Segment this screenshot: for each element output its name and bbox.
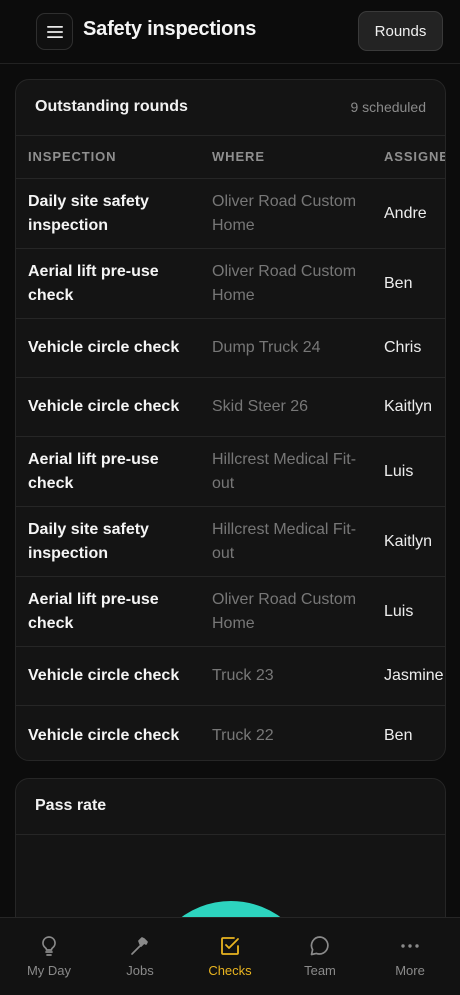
nav-label: Checks: [208, 963, 252, 978]
lightbulb-icon: [37, 934, 61, 958]
assignee-cell: Jasmine: [384, 667, 444, 684]
nav-item-jobs[interactable]: Jobs: [94, 918, 186, 995]
assignee-cell: Kaitlyn: [384, 532, 433, 550]
table-row[interactable]: Vehicle circle check Truck 23 Jasmine: [16, 647, 445, 706]
assignee-cell: Ben: [384, 726, 413, 744]
where-cell: Hillcrest Medical Fit-out: [212, 450, 357, 492]
bottom-nav: My Day Jobs Checks Team More: [0, 917, 460, 995]
table-row[interactable]: Vehicle circle check Truck 22 Ben: [16, 706, 445, 760]
assignee-cell: Luis: [384, 602, 414, 620]
pass-rate-title: Pass rate: [35, 797, 107, 814]
where-cell: Oliver Road Custom Home: [212, 262, 357, 304]
assignee-cell: Luis: [384, 462, 414, 480]
column-header-assignee[interactable]: ASSIGNE: [384, 149, 445, 164]
pass-rate-header: Pass rate: [16, 779, 445, 835]
assignee-cell: Andre: [384, 204, 427, 222]
where-cell: Dump Truck 24: [212, 339, 321, 356]
table-row[interactable]: Daily site safety inspection Hillcrest M…: [16, 507, 445, 577]
checkbox-icon: [218, 934, 242, 958]
table-row[interactable]: Aerial lift pre-use check Oliver Road Cu…: [16, 249, 445, 319]
inspection-cell: Vehicle circle check: [28, 667, 180, 684]
inspection-cell: Vehicle circle check: [28, 339, 180, 356]
nav-label: Jobs: [126, 963, 154, 978]
inspection-cell: Aerial lift pre-use check: [28, 262, 159, 304]
chat-bubble-icon: [308, 934, 332, 958]
where-cell: Hillcrest Medical Fit-out: [212, 520, 357, 562]
where-cell: Oliver Road Custom Home: [212, 192, 357, 234]
table-row[interactable]: Vehicle circle check Skid Steer 26 Kaitl…: [16, 378, 445, 437]
table-header: INSPECTION WHERE ASSIGNE: [16, 136, 445, 179]
where-cell: Truck 23: [212, 667, 274, 684]
nav-label: Team: [304, 963, 336, 978]
more-dots-icon: [398, 934, 422, 958]
column-header-inspection[interactable]: INSPECTION: [28, 149, 116, 164]
rounds-button[interactable]: Rounds: [358, 11, 443, 51]
outstanding-rounds-card: Outstanding rounds 9 scheduled INSPECTIO…: [15, 79, 446, 761]
inspection-cell: Vehicle circle check: [28, 726, 180, 744]
table-row[interactable]: Aerial lift pre-use check Oliver Road Cu…: [16, 577, 445, 647]
table-row[interactable]: Vehicle circle check Dump Truck 24 Chris: [16, 319, 445, 378]
table-row[interactable]: Aerial lift pre-use check Hillcrest Medi…: [16, 437, 445, 507]
nav-item-my-day[interactable]: My Day: [3, 918, 95, 995]
nav-label: More: [395, 963, 425, 978]
nav-item-team[interactable]: Team: [274, 918, 366, 995]
inspection-cell: Daily site safety inspection: [28, 192, 149, 234]
column-header-where[interactable]: WHERE: [212, 149, 265, 164]
outstanding-rounds-title: Outstanding rounds: [35, 98, 188, 115]
hammer-icon: [128, 934, 152, 958]
where-cell: Skid Steer 26: [212, 398, 309, 415]
assignee-cell: Kaitlyn: [384, 398, 433, 415]
where-cell: Truck 22: [212, 726, 274, 744]
nav-item-more[interactable]: More: [364, 918, 456, 995]
table-body: Daily site safety inspection Oliver Road…: [16, 179, 445, 760]
nav-label: My Day: [26, 963, 72, 978]
menu-button[interactable]: [36, 13, 73, 50]
assignee-cell: Chris: [384, 339, 422, 356]
hamburger-menu-icon: [46, 25, 63, 38]
outstanding-rounds-header: Outstanding rounds 9 scheduled: [16, 80, 445, 136]
page-title: Safety inspections: [83, 18, 257, 40]
nav-item-checks[interactable]: Checks: [184, 918, 276, 995]
where-cell: Oliver Road Custom Home: [212, 590, 357, 632]
inspection-cell: Aerial lift pre-use check: [28, 590, 159, 632]
inspection-cell: Aerial lift pre-use check: [28, 450, 159, 492]
table-row[interactable]: Daily site safety inspection Oliver Road…: [16, 179, 445, 249]
assignee-cell: Ben: [384, 274, 413, 292]
inspection-cell: Vehicle circle check: [28, 398, 180, 415]
top-bar: Safety inspections Rounds: [0, 0, 460, 64]
scheduled-count: 9 scheduled: [350, 99, 426, 115]
inspection-cell: Daily site safety inspection: [28, 520, 149, 562]
